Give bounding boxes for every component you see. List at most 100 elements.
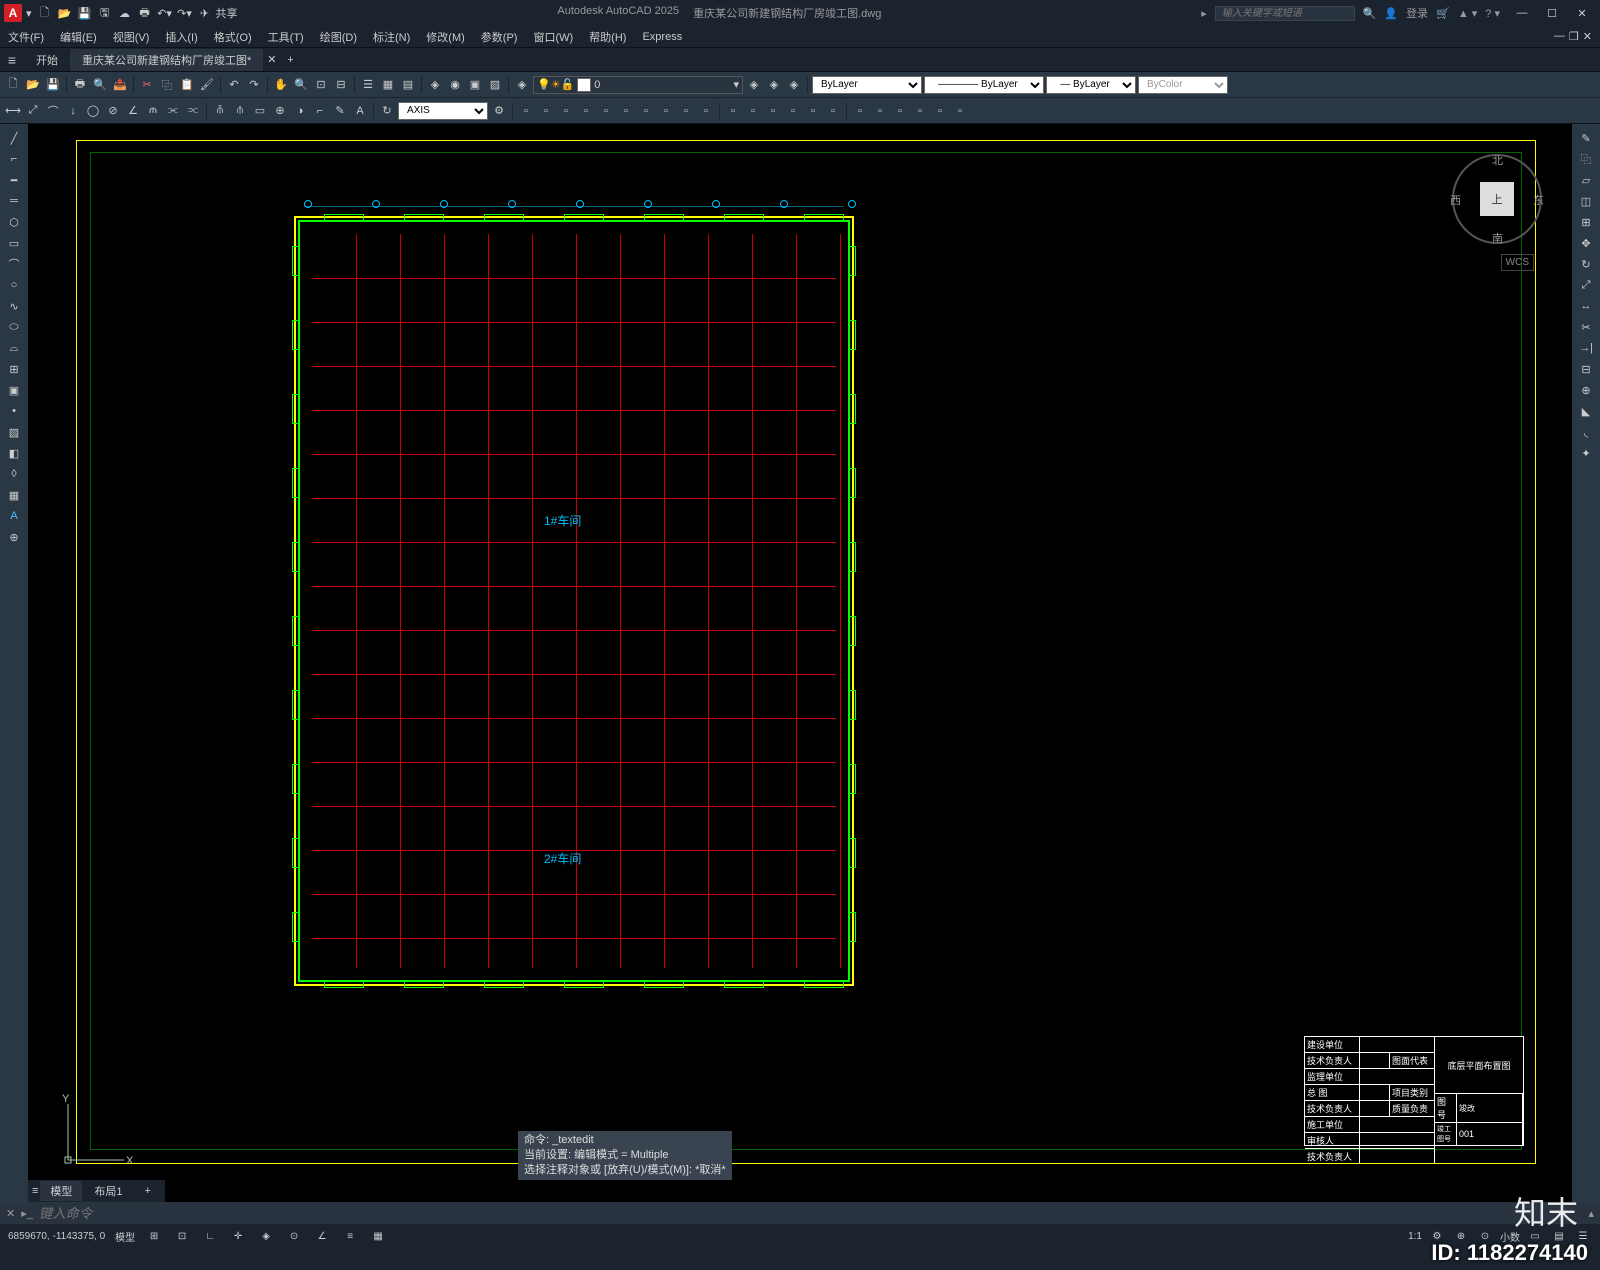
point-icon[interactable]: • — [2, 401, 26, 421]
save-icon[interactable]: 💾 — [76, 4, 94, 22]
undo-icon[interactable]: ↶▾ — [156, 4, 174, 22]
plotstyle-dropdown[interactable]: ByColor — [1138, 76, 1228, 94]
hatch-icon[interactable]: ▨ — [2, 422, 26, 442]
dimstyle-dropdown[interactable]: AXIS — [398, 102, 488, 120]
lwt-toggle-icon[interactable]: ≡ — [341, 1227, 359, 1245]
chamfer-icon[interactable]: ◣ — [1574, 401, 1598, 421]
vc-west[interactable]: 西 — [1450, 192, 1461, 208]
m4-icon[interactable]: ▫ — [577, 102, 595, 120]
close-icon[interactable]: ✕ — [1568, 3, 1596, 23]
doc-min-icon[interactable]: — — [1554, 30, 1565, 43]
menu-modify[interactable]: 修改(M) — [426, 29, 465, 45]
layer-mgr-icon[interactable]: ◈ — [785, 76, 803, 94]
break-icon[interactable]: ⊟ — [1574, 359, 1598, 379]
cmd-close-icon[interactable]: ✕ — [6, 1207, 15, 1220]
array-icon[interactable]: ⊞ — [1574, 212, 1598, 232]
mirror-icon[interactable]: ▱ — [1574, 170, 1598, 190]
fillet-icon[interactable]: ◟ — [1574, 422, 1598, 442]
tb-preview-icon[interactable]: 🔍 — [91, 76, 109, 94]
maximize-icon[interactable]: ☐ — [1538, 3, 1566, 23]
table-icon[interactable]: ▦ — [2, 485, 26, 505]
web-open-icon[interactable]: ☁ — [116, 4, 134, 22]
trim-icon[interactable]: ✂ — [1574, 317, 1598, 337]
m5-icon[interactable]: ▫ — [597, 102, 615, 120]
app-menu-lines-icon[interactable]: ≡ — [0, 52, 24, 68]
xline-icon[interactable]: ━ — [2, 170, 26, 190]
osnap-toggle-icon[interactable]: ⊙ — [285, 1227, 303, 1245]
dimupdate-icon[interactable]: ↻ — [378, 102, 396, 120]
app-switch-icon[interactable]: ▲ ▾ — [1458, 7, 1477, 20]
jog-icon[interactable]: ⌐ — [311, 102, 329, 120]
m6-icon[interactable]: ▫ — [617, 102, 635, 120]
m11-icon[interactable]: ▫ — [724, 102, 742, 120]
ortho-toggle-icon[interactable]: ∟ — [201, 1227, 219, 1245]
share-icon[interactable]: ✈ — [196, 4, 214, 22]
dim-base-icon[interactable]: ⫘ — [164, 102, 182, 120]
m1-icon[interactable]: ▫ — [517, 102, 535, 120]
rect-icon[interactable]: ▭ — [2, 233, 26, 253]
viewcube-top[interactable]: 上 — [1480, 182, 1514, 216]
menu-draw[interactable]: 绘图(D) — [320, 29, 357, 45]
tb-tool-icon[interactable]: ▦ — [379, 76, 397, 94]
trans-toggle-icon[interactable]: ▦ — [369, 1227, 387, 1245]
dim-aligned-icon[interactable]: ⤢ — [24, 102, 42, 120]
anno-scale[interactable]: 1:1 — [1408, 1231, 1422, 1242]
otrack-toggle-icon[interactable]: ∠ — [313, 1227, 331, 1245]
new-icon[interactable]: 🗋 — [36, 4, 54, 22]
m10-icon[interactable]: ▫ — [697, 102, 715, 120]
vc-east[interactable]: 东 — [1533, 192, 1544, 208]
tab-layout1[interactable]: 布局1 — [84, 1181, 132, 1201]
m7-icon[interactable]: ▫ — [637, 102, 655, 120]
polar-toggle-icon[interactable]: ✛ — [229, 1227, 247, 1245]
tb-pan-icon[interactable]: ✋ — [272, 76, 290, 94]
tb-new-icon[interactable]: 🗋 — [4, 76, 22, 94]
stretch-icon[interactable]: ↔ — [1574, 296, 1598, 316]
center-icon[interactable]: ⊕ — [271, 102, 289, 120]
layer-state-icon[interactable]: ◈ — [513, 76, 531, 94]
layout-menu-icon[interactable]: ≡ — [32, 1185, 38, 1197]
tol-icon[interactable]: ▭ — [251, 102, 269, 120]
m19-icon[interactable]: ▫ — [891, 102, 909, 120]
dim-space-icon[interactable]: ⫚ — [211, 102, 229, 120]
menu-window[interactable]: 窗口(W) — [533, 29, 573, 45]
tb-cut-icon[interactable]: ✂ — [138, 76, 156, 94]
polygon-icon[interactable]: ⬡ — [2, 212, 26, 232]
login-label[interactable]: 登录 — [1406, 5, 1428, 21]
dim-rad-icon[interactable]: ◯ — [84, 102, 102, 120]
doc-restore-icon[interactable]: ❐ — [1569, 30, 1579, 43]
tb-layer-icon[interactable]: ◈ — [426, 76, 444, 94]
coords[interactable]: 6859670, -1143375, 0 — [8, 1231, 105, 1242]
dimstyle-mgr-icon[interactable]: ⚙ — [490, 102, 508, 120]
tb-open-icon[interactable]: 📂 — [24, 76, 42, 94]
tb-copy-icon[interactable]: ⿻ — [158, 76, 176, 94]
circle-icon[interactable]: ○ — [2, 275, 26, 295]
m16-icon[interactable]: ▫ — [824, 102, 842, 120]
scale-icon[interactable]: ⤢ — [1574, 275, 1598, 295]
dim-dia-icon[interactable]: ⊘ — [104, 102, 122, 120]
help-icon[interactable]: ? ▾ — [1485, 7, 1500, 20]
dimedit-icon[interactable]: ✎ — [331, 102, 349, 120]
menu-param[interactable]: 参数(P) — [481, 29, 518, 45]
tab-file[interactable]: 重庆某公司新建钢结构厂房竣工图* — [70, 49, 263, 71]
layer-prev-icon[interactable]: ◈ — [745, 76, 763, 94]
mtext-icon[interactable]: A — [2, 506, 26, 526]
menu-express[interactable]: Express — [642, 31, 682, 43]
tb-block-icon[interactable]: ▣ — [466, 76, 484, 94]
share-label[interactable]: 共享 — [216, 5, 238, 21]
ellipse-icon[interactable]: ⬭ — [2, 317, 26, 337]
menu-file[interactable]: 文件(F) — [8, 29, 44, 45]
layer-dropdown[interactable]: 💡 ☀ 🔓 0 ▾ — [533, 76, 743, 94]
open-icon[interactable]: 📂 — [56, 4, 74, 22]
tb-print-icon[interactable]: 🖶 — [71, 76, 89, 94]
region-icon[interactable]: ◊ — [2, 464, 26, 484]
insert-icon[interactable]: ⊞ — [2, 359, 26, 379]
tab-close-icon[interactable]: ✕ — [263, 53, 280, 66]
layer-match-icon[interactable]: ◈ — [765, 76, 783, 94]
tb-zoom-icon[interactable]: 🔍 — [292, 76, 310, 94]
extend-icon[interactable]: →| — [1574, 338, 1598, 358]
cart-icon[interactable]: 🛒 — [1436, 7, 1450, 20]
arc-icon[interactable]: ⌒ — [2, 254, 26, 274]
tb-layeriso-icon[interactable]: ◉ — [446, 76, 464, 94]
dimtedit-icon[interactable]: A — [351, 102, 369, 120]
iso-toggle-icon[interactable]: ◈ — [257, 1227, 275, 1245]
